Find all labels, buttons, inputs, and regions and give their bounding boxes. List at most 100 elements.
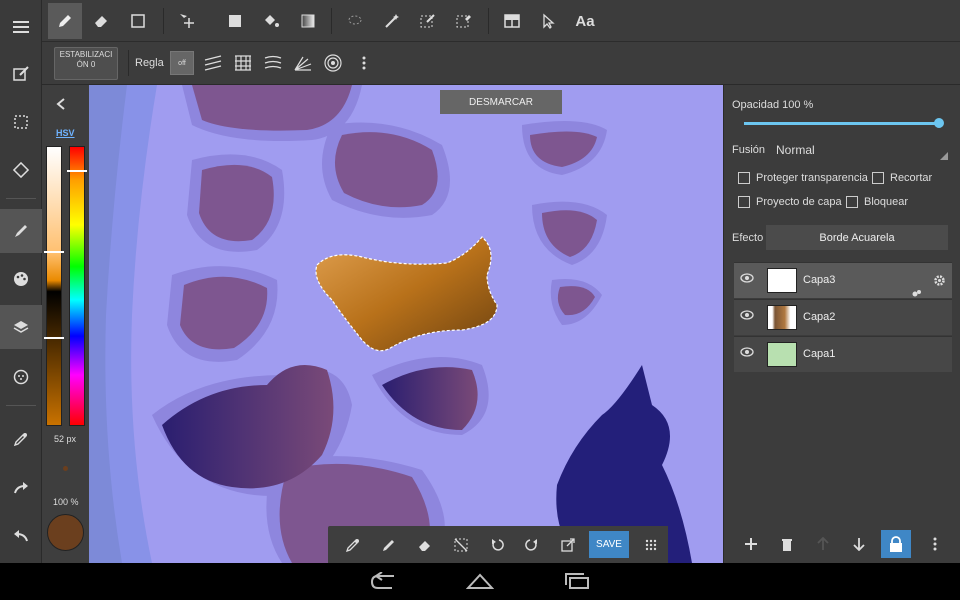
lock-layer-icon[interactable] [881, 530, 911, 558]
left-sidebar [0, 0, 42, 563]
sv-handle[interactable] [44, 251, 64, 253]
recents-nav-icon[interactable] [564, 572, 592, 590]
layers-icon[interactable] [0, 305, 42, 349]
undo-icon[interactable] [0, 514, 42, 558]
material-icon[interactable] [0, 355, 42, 399]
add-layer-icon[interactable] [737, 531, 765, 557]
blend-mode-value: Normal [776, 143, 815, 157]
visibility-eye-icon[interactable] [740, 310, 754, 320]
brush-icon[interactable] [0, 209, 42, 253]
frame-divider-icon[interactable] [495, 3, 529, 39]
current-color-swatch[interactable] [47, 514, 84, 551]
cursor-icon[interactable] [531, 3, 565, 39]
opacity-slider[interactable] [744, 122, 940, 125]
sv-handle-2[interactable] [44, 337, 64, 339]
save-button[interactable]: SAVE [589, 531, 629, 558]
project-layer-checkbox[interactable] [738, 196, 750, 208]
separator [163, 8, 164, 34]
curve-ruler-icon[interactable] [261, 51, 285, 75]
opacity-label: Opacidad 100 % [732, 99, 814, 111]
eyedropper-icon[interactable] [339, 531, 367, 559]
bottom-toolbar: SAVE [328, 526, 668, 563]
selection-pen-icon[interactable] [411, 3, 445, 39]
rectangle-tool-icon[interactable] [121, 3, 155, 39]
layer-row-capa2[interactable]: Capa2 [734, 299, 952, 335]
effect-label: Efecto [732, 232, 764, 244]
collapse-arrow-icon[interactable] [56, 97, 66, 115]
hsv-mode-tab[interactable]: HSV [56, 128, 75, 138]
lock-checkbox[interactable] [846, 196, 858, 208]
brush-size-label: 52 px [54, 434, 77, 444]
pen-tool-icon[interactable] [48, 3, 82, 39]
effect-button[interactable]: Borde Acuarela [766, 225, 948, 250]
android-nav-bar [0, 563, 960, 600]
saturation-value-slider[interactable] [46, 146, 62, 426]
home-nav-icon[interactable] [466, 572, 494, 590]
clip-checkbox[interactable] [872, 172, 884, 184]
hue-handle[interactable] [67, 170, 87, 172]
back-nav-icon[interactable] [370, 572, 398, 590]
gradient-tool-icon[interactable] [291, 3, 325, 39]
selection-eraser-icon[interactable] [447, 3, 481, 39]
visibility-eye-icon[interactable] [740, 347, 754, 357]
eyedropper-icon[interactable] [0, 417, 42, 461]
layer-row-capa1[interactable]: Capa1 [734, 336, 952, 372]
palette-icon[interactable] [0, 257, 42, 301]
blend-mode-dropdown[interactable]: Normal [774, 137, 950, 161]
layer-thumbnail [767, 268, 797, 293]
edit-canvas-icon[interactable] [0, 52, 42, 96]
layer-more-options-icon[interactable] [921, 531, 949, 557]
fill-rect-tool-icon[interactable] [218, 3, 252, 39]
menu-icon[interactable] [0, 5, 42, 49]
separator [6, 198, 36, 199]
effect-value: Borde Acuarela [819, 231, 895, 244]
separator [6, 405, 36, 406]
brush-opacity-label: 100 % [53, 497, 79, 507]
redo-icon[interactable] [518, 531, 546, 559]
grid-ruler-icon[interactable] [231, 51, 255, 75]
project-layer-label: Proyecto de capa [756, 196, 842, 208]
clear-selection-icon[interactable] [447, 531, 475, 559]
visibility-eye-icon[interactable] [740, 273, 754, 283]
layer-name: Capa3 [803, 274, 836, 286]
move-layer-down-icon[interactable] [845, 531, 873, 557]
move-tool-icon[interactable] [170, 3, 204, 39]
fullscreen-icon[interactable] [554, 531, 582, 559]
magic-wand-icon[interactable] [375, 3, 409, 39]
ruler-off-button[interactable]: off [170, 51, 194, 75]
ruler-label: Regla [135, 57, 164, 69]
lock-label: Bloquear [864, 196, 909, 208]
rotate-view-icon[interactable] [0, 148, 42, 192]
deselect-label: DESMARCAR [469, 96, 533, 108]
more-options-icon[interactable] [352, 51, 376, 75]
deselect-button[interactable]: DESMARCAR [440, 90, 562, 114]
clip-label: Recortar [890, 172, 933, 184]
delete-layer-icon[interactable] [773, 531, 801, 557]
text-tool-icon[interactable]: Aa [568, 3, 602, 39]
concentric-ruler-icon[interactable] [321, 51, 345, 75]
drawing-canvas[interactable] [42, 85, 723, 563]
selection-icon[interactable] [0, 100, 42, 144]
brush-size-preview [63, 466, 68, 471]
pen-icon[interactable] [375, 531, 403, 559]
grid-menu-icon[interactable] [637, 531, 665, 559]
eraser-icon[interactable] [411, 531, 439, 559]
undo-icon[interactable] [483, 531, 511, 559]
eraser-tool-icon[interactable] [84, 3, 118, 39]
dropdown-corner-icon [940, 152, 948, 160]
protect-alpha-checkbox[interactable] [738, 172, 750, 184]
layer-row-capa3[interactable]: Capa3 [734, 262, 952, 298]
hue-slider[interactable] [69, 146, 85, 426]
bucket-tool-icon[interactable] [254, 3, 288, 39]
opacity-slider-handle[interactable] [934, 118, 944, 128]
layers-panel: Opacidad 100 % Fusión Normal Proteger tr… [723, 85, 960, 563]
perspective-ruler-icon[interactable] [291, 51, 315, 75]
layer-thumbnail [767, 305, 797, 330]
layer-settings-gear-icon[interactable] [933, 274, 946, 287]
lasso-tool-icon[interactable] [338, 3, 372, 39]
parallel-ruler-icon[interactable] [201, 51, 225, 75]
move-layer-up-icon[interactable] [809, 531, 837, 557]
stabilization-button[interactable]: ESTABILIZACI ÓN 0 [54, 47, 118, 80]
layer-name: Capa2 [803, 311, 836, 323]
redo-icon[interactable] [0, 466, 42, 510]
